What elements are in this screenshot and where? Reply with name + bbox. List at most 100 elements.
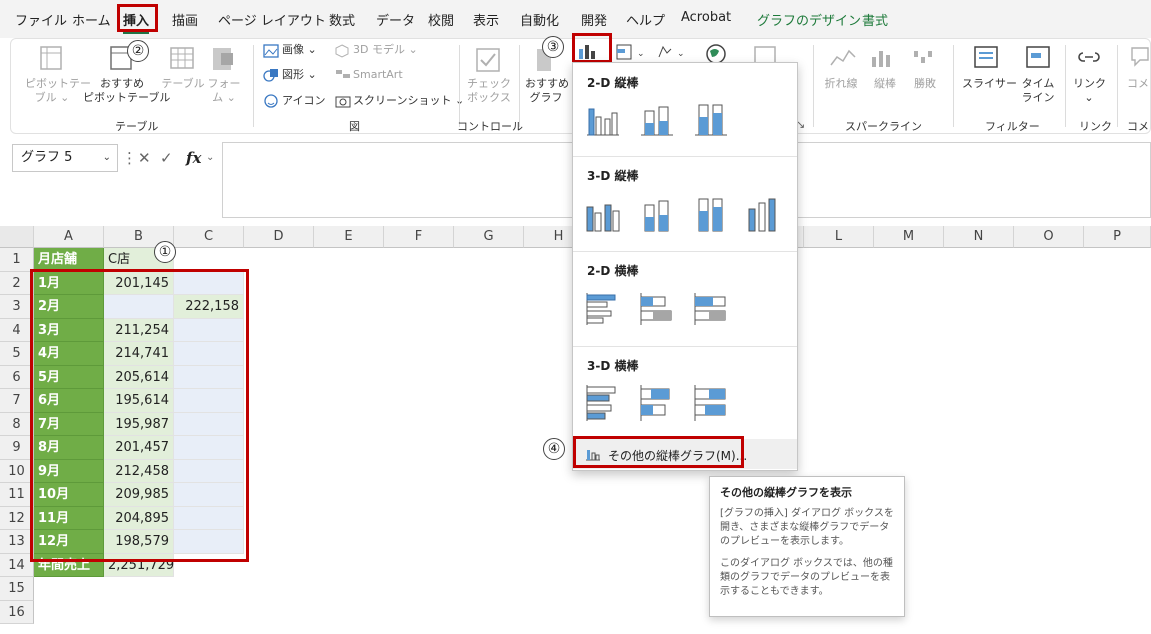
row-header[interactable]: 8 <box>0 412 34 436</box>
column-header[interactable]: A <box>34 226 104 248</box>
tab-draw[interactable]: 描画 <box>172 10 198 29</box>
column-header[interactable]: L <box>804 226 874 248</box>
divider <box>573 346 797 347</box>
column-header[interactable]: N <box>944 226 1014 248</box>
3d-100-stacked-bar-icon[interactable] <box>691 383 731 423</box>
section-3d-bar: 3-D 横棒 <box>587 359 639 373</box>
timeline-button[interactable]: タイム ライン <box>1021 77 1055 105</box>
3d-model-button[interactable]: 3D モデル ⌄ <box>353 43 418 57</box>
row-header[interactable]: 6 <box>0 365 34 389</box>
row-header[interactable]: 5 <box>0 342 34 366</box>
image-button[interactable]: 画像 ⌄ <box>282 43 317 57</box>
column-header[interactable]: M <box>874 226 944 248</box>
row-header[interactable]: 13 <box>0 530 34 554</box>
table-button[interactable]: テーブル <box>161 77 205 91</box>
forms-button[interactable]: フォー ム ⌄ <box>207 77 241 105</box>
checkbox-button[interactable]: チェック ボックス <box>467 77 511 105</box>
tab-formulas[interactable]: 数式 <box>329 10 355 29</box>
row-header[interactable]: 12 <box>0 506 34 530</box>
recommended-chart-button[interactable]: おすすめ グラフ <box>525 77 569 105</box>
svg-text:⌄: ⌄ <box>637 49 645 59</box>
3d-clustered-bar-icon[interactable] <box>583 383 623 423</box>
link-button[interactable]: リンク ⌄ <box>1073 77 1106 105</box>
tab-acrobat[interactable]: Acrobat <box>681 10 731 25</box>
section-3d-column: 3-D 縦棒 <box>587 169 639 183</box>
winloss-sparkline-button[interactable]: 勝敗 <box>913 77 937 91</box>
name-box[interactable]: グラフ 5 ⌄ <box>12 144 118 172</box>
select-all-corner[interactable] <box>0 226 34 248</box>
insert-function-icon[interactable]: fx <box>186 149 201 167</box>
group-comment-label: コメ <box>1127 120 1149 133</box>
stacked-bar-icon[interactable] <box>639 291 675 327</box>
confirm-icon[interactable]: ✓ <box>160 149 173 167</box>
chevron-down-icon[interactable]: ⌄ <box>103 145 111 171</box>
bar-chart-dropdown-icon: ⌄ <box>616 44 645 60</box>
svg-text:⌄: ⌄ <box>677 49 685 59</box>
column-header[interactable]: C <box>174 226 244 248</box>
3d-100-stacked-column-icon[interactable] <box>691 195 731 235</box>
tab-developer[interactable]: 開発 <box>581 10 607 29</box>
clustered-bar-icon[interactable] <box>585 291 621 327</box>
100-stacked-bar-icon[interactable] <box>693 291 729 327</box>
row-header[interactable]: 9 <box>0 436 34 460</box>
row-header[interactable]: 11 <box>0 483 34 507</box>
column-header[interactable]: D <box>244 226 314 248</box>
tab-review[interactable]: 校閲 <box>428 10 454 29</box>
row-header[interactable]: 1 <box>0 248 34 272</box>
tab-data[interactable]: データ <box>376 10 415 29</box>
cell-a1[interactable]: 月店舗 <box>34 248 104 272</box>
column-chart-highlight-box <box>572 33 612 63</box>
tab-chart-design[interactable]: グラフのデザイン <box>757 10 861 29</box>
tab-help[interactable]: ヘルプ <box>626 10 665 29</box>
tab-automate[interactable]: 自動化 <box>520 10 559 29</box>
separator <box>1065 45 1066 127</box>
row-header[interactable]: 7 <box>0 389 34 413</box>
group-link-label: リンク <box>1079 120 1112 133</box>
column-header[interactable]: G <box>454 226 524 248</box>
separator <box>813 45 814 127</box>
row-header[interactable]: 14 <box>0 553 34 577</box>
stacked-column-icon[interactable] <box>639 101 675 137</box>
100-stacked-column-icon[interactable] <box>693 101 729 137</box>
section-2d-column: 2-D 縦棒 <box>587 76 639 90</box>
fx-chevron-icon[interactable]: ⌄ <box>206 152 214 163</box>
recommended-pivot-button[interactable]: おすすめ ピボットテーブル <box>83 77 170 105</box>
3d-column-icon[interactable] <box>745 195 785 235</box>
tab-page-layout[interactable]: ページ レイアウト <box>218 10 326 29</box>
3d-stacked-column-icon[interactable] <box>637 195 677 235</box>
group-control-label: コントロール <box>457 120 523 133</box>
row-header[interactable]: 10 <box>0 459 34 483</box>
tab-home[interactable]: ホーム <box>72 10 111 29</box>
comment-button[interactable]: コメ <box>1127 77 1149 91</box>
row-header[interactable]: 15 <box>0 577 34 601</box>
3d-model-icon <box>335 44 349 58</box>
section-2d-bar: 2-D 横棒 <box>587 264 639 278</box>
tab-view[interactable]: 表示 <box>473 10 499 29</box>
forms-icon <box>213 48 233 70</box>
cancel-icon[interactable]: ✕ <box>138 149 151 167</box>
column-header[interactable]: O <box>1014 226 1084 248</box>
column-header[interactable]: P <box>1084 226 1151 248</box>
tab-file[interactable]: ファイル <box>15 10 67 29</box>
slicer-button[interactable]: スライサー <box>962 77 1017 91</box>
column-header[interactable]: E <box>314 226 384 248</box>
smartart-button[interactable]: SmartArt <box>353 68 403 82</box>
screenshot-button[interactable]: スクリーンショット ⌄ <box>353 94 464 108</box>
column-header[interactable]: F <box>384 226 454 248</box>
row-header[interactable]: 2 <box>0 271 34 295</box>
step-badge-3: ③ <box>542 36 564 58</box>
row-header[interactable]: 16 <box>0 600 34 624</box>
clustered-column-icon[interactable] <box>585 101 621 137</box>
icons-button[interactable]: アイコン <box>282 94 325 108</box>
divider <box>573 156 797 157</box>
tab-format[interactable]: 書式 <box>862 10 888 29</box>
3d-stacked-bar-icon[interactable] <box>637 383 677 423</box>
line-sparkline-button[interactable]: 折れ線 <box>821 77 861 91</box>
pivot-table-button[interactable]: ピボットテー ブル ⌄ <box>25 77 91 105</box>
row-header[interactable]: 3 <box>0 295 34 319</box>
3d-clustered-column-icon[interactable] <box>583 195 623 235</box>
more-options-icon[interactable]: ⋮ <box>122 149 137 167</box>
row-header[interactable]: 4 <box>0 318 34 342</box>
column-sparkline-button[interactable]: 縦棒 <box>873 77 897 91</box>
shapes-button[interactable]: 図形 ⌄ <box>282 68 317 82</box>
